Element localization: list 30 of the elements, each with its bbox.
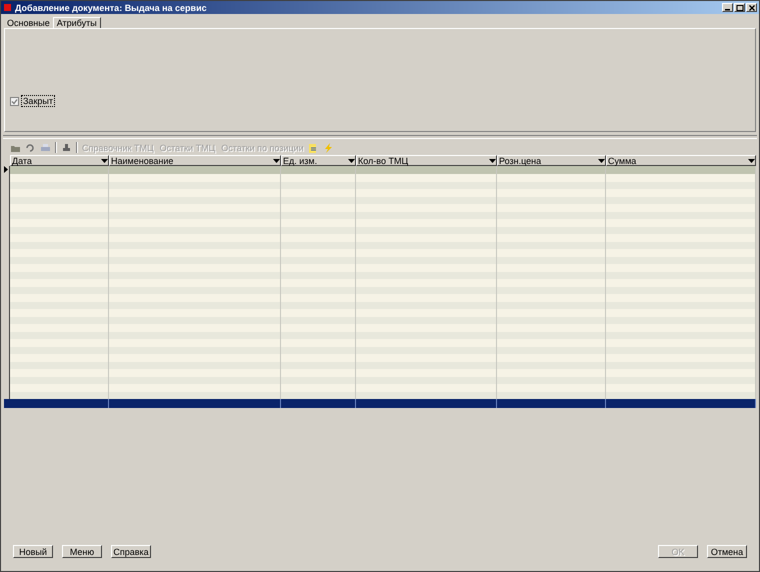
- app-icon: [3, 3, 12, 12]
- dropdown-arrow-icon[interactable]: [101, 158, 108, 162]
- dropdown-arrow-icon[interactable]: [489, 158, 496, 162]
- button[interactable]: Отмена: [707, 545, 747, 558]
- stamp-icon[interactable]: [61, 142, 72, 152]
- row-indicator[interactable]: [4, 166, 10, 174]
- column-header[interactable]: Дата: [10, 155, 109, 166]
- dropdown-arrow-icon[interactable]: [598, 158, 605, 162]
- button[interactable]: Меню: [62, 545, 102, 558]
- dropdown-arrow-icon[interactable]: [748, 158, 755, 162]
- checkbox-label: Закрыт: [21, 95, 55, 107]
- column-header[interactable]: Ед. изм.: [281, 155, 356, 166]
- checkbox[interactable]: [10, 96, 19, 106]
- tab[interactable]: Атрибуты: [52, 17, 101, 29]
- current-row-icon: [4, 166, 8, 173]
- minimize-icon[interactable]: [722, 3, 733, 12]
- column-header[interactable]: Розн.цена: [497, 155, 606, 166]
- dropdown-arrow-icon[interactable]: [348, 158, 355, 162]
- button[interactable]: Новый: [13, 545, 53, 558]
- window-title: Добавление документа: Выдача на сервис: [15, 2, 208, 12]
- column-header[interactable]: Сумма: [606, 155, 756, 166]
- tab[interactable]: Основные: [4, 18, 53, 28]
- column-header[interactable]: Кол-во ТМЦ: [356, 155, 497, 166]
- button[interactable]: Справка: [111, 545, 151, 558]
- refresh-icon[interactable]: [25, 142, 36, 152]
- maximize-icon[interactable]: [734, 3, 745, 12]
- dropdown-arrow-icon[interactable]: [273, 158, 280, 162]
- note-icon[interactable]: [308, 142, 319, 152]
- column-header[interactable]: Наименование: [109, 155, 281, 166]
- close-icon[interactable]: [746, 3, 757, 12]
